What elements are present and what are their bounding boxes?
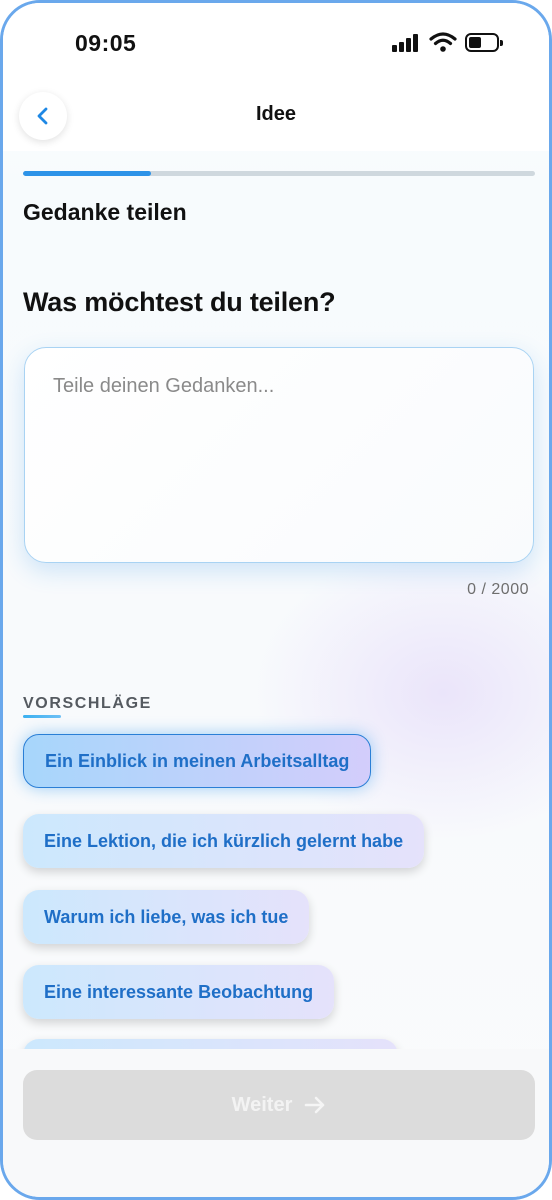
step-title: Gedanke teilen — [23, 199, 187, 225]
suggestions-label: VORSCHLÄGE — [23, 695, 152, 712]
thought-input[interactable]: Teile deinen Gedanken... — [24, 347, 534, 563]
suggestion-chip-1[interactable]: Eine Lektion, die ich kürzlich gelernt h… — [23, 814, 425, 868]
arrow-right-icon — [305, 1096, 325, 1114]
suggestion-chip-label: Eine interessante Beobachtung — [44, 981, 314, 1002]
status-bar: 09:05 — [3, 3, 549, 83]
battery-icon — [465, 33, 503, 52]
progress-bar — [23, 171, 535, 176]
suggestion-chip-3[interactable]: Eine interessante Beobachtung — [23, 965, 335, 1019]
wifi-icon — [429, 32, 457, 52]
app-header: Idee — [3, 83, 549, 151]
suggestion-chip-label: Eine Lektion, die ich kürzlich gelernt h… — [44, 830, 404, 851]
progress-fill — [23, 171, 151, 176]
suggestion-chip-label: Warum ich liebe, was ich tue — [44, 906, 289, 927]
character-counter: 0 / 2000 — [467, 581, 529, 598]
suggestion-chip-label: Ein Einblick in meinen Arbeitsalltag — [45, 750, 350, 771]
phone-frame: 09:05 Idee Gedanke teilen Was möchtest d… — [0, 0, 552, 1200]
suggestion-chip-2[interactable]: Warum ich liebe, was ich tue — [23, 890, 310, 944]
thought-input-placeholder: Teile deinen Gedanken... — [53, 375, 275, 397]
suggestion-chip-0[interactable]: Ein Einblick in meinen Arbeitsalltag — [23, 734, 372, 788]
page-title: Idee — [255, 103, 297, 125]
question-heading: Was möchtest du teilen? — [23, 287, 336, 317]
suggestions-label-underline — [23, 715, 61, 718]
cellular-signal-icon — [392, 34, 422, 52]
status-time: 09:05 — [75, 30, 137, 56]
next-button-label: Weiter — [231, 1093, 293, 1116]
next-button[interactable]: Weiter — [23, 1070, 535, 1140]
